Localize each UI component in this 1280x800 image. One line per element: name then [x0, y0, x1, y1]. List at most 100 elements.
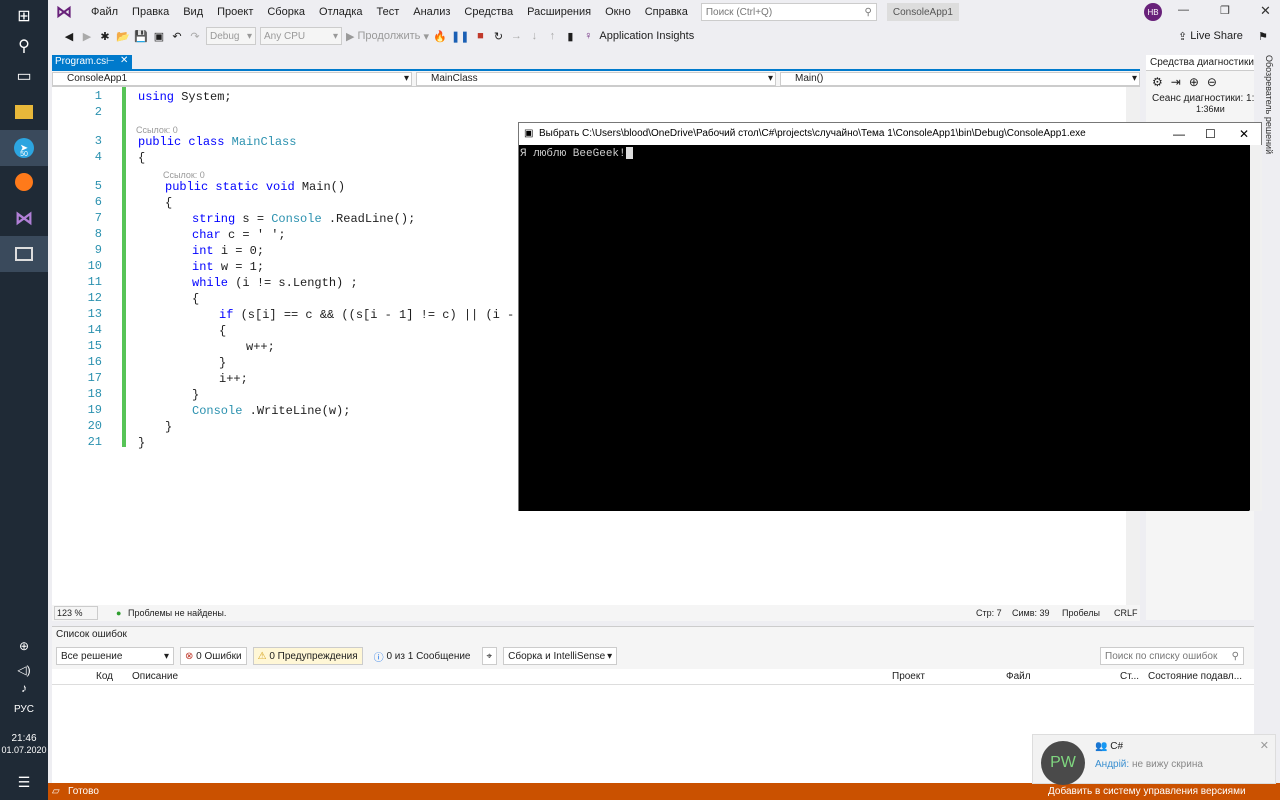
clock-date[interactable]: 01.07.2020 — [0, 745, 48, 755]
live-share-button[interactable]: ⇪ Live Share — [1178, 27, 1243, 45]
code-line[interactable]: while (i != s.Length) ; — [192, 275, 358, 291]
column-header[interactable]: Файл — [1006, 669, 1031, 685]
tab-program-cs[interactable]: Program.cs ⊢ ✕ — [52, 55, 132, 69]
forward-icon[interactable]: ▶ — [80, 27, 94, 45]
build-source-select[interactable]: Сборка и IntelliSense ▾ — [503, 647, 618, 665]
restart-icon[interactable]: ↻ — [491, 27, 505, 45]
console-maximize-icon[interactable]: ☐ — [1205, 123, 1216, 145]
menu-item[interactable]: Правка — [125, 6, 176, 18]
menu-item[interactable]: Окно — [598, 6, 638, 18]
menu-item[interactable]: Отладка — [312, 6, 369, 18]
code-line[interactable]: } — [165, 419, 172, 435]
redo-icon[interactable]: ↷ — [188, 27, 202, 45]
network-icon[interactable]: ⊕ — [8, 636, 40, 656]
add-to-source-control[interactable]: Добавить в систему управления версиями — [1048, 783, 1246, 800]
search-input[interactable]: Поиск (Ctrl+Q) ⚲ — [700, 3, 877, 21]
undo-icon[interactable]: ↶ — [170, 27, 184, 45]
code-line[interactable]: } — [192, 387, 199, 403]
code-line[interactable]: string s = Console .ReadLine(); — [192, 211, 415, 227]
application-insights-button[interactable]: Application Insights — [599, 27, 694, 45]
menu-item[interactable]: Анализ — [406, 6, 457, 18]
scope-select[interactable]: Все решение ▾ — [56, 647, 174, 665]
menu-item[interactable]: Тест — [370, 6, 407, 18]
solution-explorer-tab[interactable]: Обозреватель решений — [1260, 55, 1274, 195]
code-line[interactable]: } — [219, 355, 226, 371]
save-icon[interactable]: 💾 — [134, 27, 148, 45]
user-avatar[interactable]: НВ — [1144, 3, 1162, 21]
telegram-notification[interactable]: PW 👥 C# Андрій: не вижу скрина ✕ — [1032, 734, 1276, 785]
language-indicator[interactable]: РУС — [0, 704, 48, 715]
column-header[interactable]: Код — [96, 669, 113, 685]
console-title-bar[interactable]: ▣ Выбрать C:\Users\blood\OneDrive\Рабочи… — [519, 123, 1261, 145]
code-line[interactable]: char c = ' '; — [192, 227, 286, 243]
diagnostic-tools-title[interactable]: Средства диагностики — [1146, 55, 1254, 71]
code-line[interactable]: using System; — [138, 89, 232, 105]
notifications-icon[interactable]: ☰ — [8, 768, 40, 796]
code-line[interactable]: { — [192, 291, 199, 307]
volume-icon[interactable]: ◁) — [8, 660, 40, 680]
code-line[interactable]: Console .WriteLine(w); — [192, 403, 350, 419]
stop-icon[interactable]: ■ — [473, 27, 487, 45]
column-header[interactable]: Состояние подавл... — [1148, 669, 1242, 685]
console-window[interactable]: ▣ Выбрать C:\Users\blood\OneDrive\Рабочи… — [518, 122, 1262, 511]
clock-time[interactable]: 21:46 — [0, 733, 48, 744]
export-icon[interactable]: ⇥ — [1171, 75, 1181, 89]
insights-icon[interactable]: ♀ — [581, 27, 595, 45]
menu-item[interactable]: Проект — [210, 6, 260, 18]
close-icon[interactable]: ✕ — [1260, 3, 1271, 19]
console-minimize-icon[interactable]: — — [1173, 123, 1185, 145]
new-project-icon[interactable]: ✱ — [98, 27, 112, 45]
menu-item[interactable]: Вид — [176, 6, 210, 18]
step-out-icon[interactable]: ↑ — [545, 27, 559, 45]
configuration-select[interactable]: Debug ▾ — [206, 27, 256, 45]
eol-indicator[interactable]: CRLF — [1114, 605, 1138, 621]
code-line[interactable]: if (s[i] == c && ((s[i - 1] != c) || (i … — [219, 307, 543, 323]
menu-item[interactable]: Справка — [638, 6, 695, 18]
pause-icon[interactable]: ❚❚ — [451, 27, 469, 45]
feedback-icon[interactable]: ⚑ — [1256, 27, 1270, 45]
error-search-input[interactable]: Поиск по списку ошибок ⚲ — [1100, 647, 1244, 665]
open-icon[interactable]: 📂 — [116, 27, 130, 45]
code-line[interactable]: int i = 0; — [192, 243, 264, 259]
code-line[interactable]: i++; — [219, 371, 248, 387]
menu-item[interactable]: Средства — [457, 6, 520, 18]
menu-item[interactable]: Расширения — [520, 6, 598, 18]
code-line[interactable]: public class MainClass — [138, 134, 296, 150]
column-header[interactable]: Описание — [132, 669, 178, 685]
visual-studio-icon[interactable]: ⋈ — [8, 204, 40, 232]
toast-close-icon[interactable]: ✕ — [1260, 739, 1269, 752]
minimize-icon[interactable]: — — [1178, 4, 1189, 16]
file-explorer-icon[interactable] — [8, 98, 40, 126]
speaker-icon[interactable]: ♪ — [8, 678, 40, 698]
firefox-icon[interactable] — [8, 168, 40, 196]
maximize-icon[interactable]: ❐ — [1220, 4, 1230, 17]
gear-icon[interactable]: ⚙ — [1152, 75, 1163, 89]
console-output-area[interactable]: Я люблю BeeGeek! — [519, 145, 1249, 511]
messages-filter-button[interactable]: ⓘ 0 из 1 Сообщение — [369, 647, 476, 665]
class-combo[interactable]: MainClass ▾ — [416, 72, 776, 86]
console-window-icon[interactable] — [8, 240, 40, 268]
continue-button[interactable]: ▶ Продолжить ▾ — [346, 27, 429, 45]
step-over-icon[interactable]: → — [509, 27, 523, 45]
code-line[interactable]: public static void Main() — [165, 179, 345, 195]
warnings-filter-button[interactable]: ⚠ 0 Предупреждения — [252, 647, 363, 665]
problems-status[interactable]: Проблемы не найдены. — [128, 605, 226, 621]
save-all-icon[interactable]: ▣ — [152, 27, 166, 45]
code-line[interactable]: } — [138, 435, 145, 451]
console-close-icon[interactable]: ✕ — [1239, 123, 1250, 145]
search-icon[interactable]: ⚲ — [8, 32, 40, 60]
filter-icon[interactable]: ⌖ — [481, 647, 498, 665]
zoom-out-icon[interactable]: ⊖ — [1207, 75, 1217, 89]
menu-item[interactable]: Файл — [84, 6, 125, 18]
platform-select[interactable]: Any CPU ▾ — [260, 27, 342, 45]
column-header[interactable]: Ст... — [1120, 669, 1139, 685]
column-header[interactable]: Проект — [892, 669, 925, 685]
task-view-icon[interactable]: ▭ — [8, 62, 40, 90]
code-line[interactable]: w++; — [246, 339, 275, 355]
back-icon[interactable]: ◀ — [62, 27, 76, 45]
code-line[interactable]: { — [219, 323, 226, 339]
zoom-in-icon[interactable]: ⊕ — [1189, 75, 1199, 89]
breakpoint-icon[interactable]: ▮ — [563, 27, 577, 45]
project-combo[interactable]: ConsoleApp1 ▾ — [52, 72, 412, 86]
menu-item[interactable]: Сборка — [260, 6, 312, 18]
